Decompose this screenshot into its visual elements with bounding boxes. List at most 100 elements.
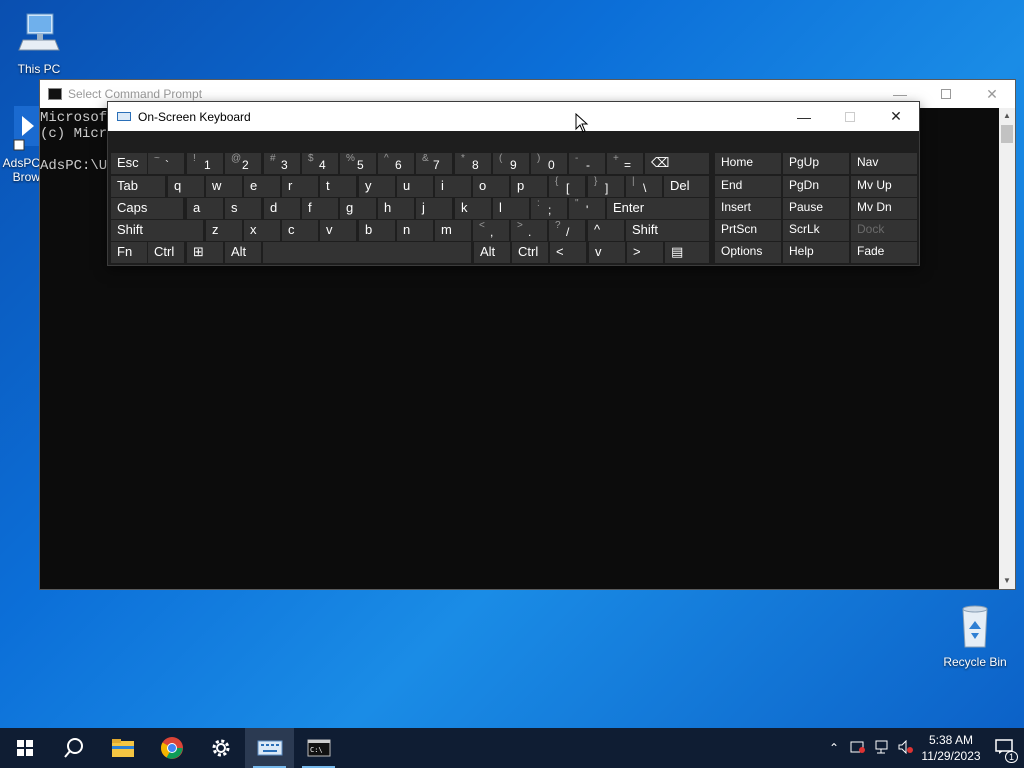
key-scrlk[interactable]: ScrLk xyxy=(783,220,849,241)
key-m[interactable]: m xyxy=(435,220,471,241)
key-i[interactable]: i xyxy=(435,176,471,197)
desktop-icon-adspc[interactable]: AdsPC Brow xyxy=(0,104,40,184)
key-right-bracket[interactable]: }] xyxy=(588,176,624,197)
osk-minimize-button[interactable]: — xyxy=(781,102,827,131)
key-v[interactable]: v xyxy=(320,220,356,241)
show-hidden-icons-chevron-up-icon[interactable]: ⌃ xyxy=(822,741,846,755)
key-backspace[interactable]: ⌫ xyxy=(645,153,709,174)
key-left-bracket[interactable]: {[ xyxy=(549,176,585,197)
key-options[interactable]: Options xyxy=(715,242,781,263)
key-slash[interactable]: ? / xyxy=(549,220,585,241)
key-tab[interactable]: Tab xyxy=(111,176,165,197)
key-prtscn[interactable]: PrtScn xyxy=(715,220,781,241)
file-explorer-button[interactable] xyxy=(98,728,147,768)
key-quote[interactable]: " ' xyxy=(569,198,605,219)
key-equals[interactable]: + = xyxy=(607,153,643,174)
key-4[interactable]: $4 xyxy=(302,153,338,174)
key-period[interactable]: >. xyxy=(511,220,547,241)
scroll-thumb[interactable] xyxy=(1001,125,1013,143)
key-pgdn[interactable]: PgDn xyxy=(783,176,849,197)
key-insert[interactable]: Insert xyxy=(715,198,781,219)
key-s[interactable]: s xyxy=(225,198,261,219)
volume-muted-icon[interactable] xyxy=(894,739,918,757)
key-o[interactable]: o xyxy=(473,176,509,197)
search-button[interactable] xyxy=(49,728,98,768)
key-left-arrow[interactable]: < xyxy=(550,242,586,263)
key-alt[interactable]: Alt xyxy=(225,242,261,263)
command-prompt-taskbar-button[interactable]: C:\ xyxy=(294,728,343,768)
key-menu[interactable]: ▤ xyxy=(665,242,709,263)
key-d[interactable]: d xyxy=(264,198,300,219)
key-pause[interactable]: Pause xyxy=(783,198,849,219)
key-x[interactable]: x xyxy=(244,220,280,241)
key-enter[interactable]: Enter xyxy=(607,198,709,219)
key-c[interactable]: c xyxy=(282,220,318,241)
clock[interactable]: 5:38 AM 11/29/2023 xyxy=(918,732,984,764)
osk-close-button[interactable]: ✕ xyxy=(873,102,919,131)
key-w[interactable]: w xyxy=(206,176,242,197)
key-e[interactable]: e xyxy=(244,176,280,197)
key-f[interactable]: f xyxy=(302,198,338,219)
key-ctrl[interactable]: Ctrl xyxy=(148,242,184,263)
key-h[interactable]: h xyxy=(378,198,414,219)
key-p[interactable]: p xyxy=(511,176,547,197)
key-help[interactable]: Help xyxy=(783,242,849,263)
key-end[interactable]: End xyxy=(715,176,781,197)
key-q[interactable]: q xyxy=(168,176,204,197)
key-g[interactable]: g xyxy=(340,198,376,219)
key-u[interactable]: u xyxy=(397,176,433,197)
key-3[interactable]: #3 xyxy=(264,153,300,174)
key-windows[interactable]: ⊞ xyxy=(187,242,223,263)
key-y[interactable]: y xyxy=(359,176,395,197)
key-up-arrow[interactable]: ^ xyxy=(588,220,624,241)
key-fade[interactable]: Fade xyxy=(851,242,917,263)
key-pgup[interactable]: PgUp xyxy=(783,153,849,174)
desktop-icon-this-pc[interactable]: This PC xyxy=(4,10,74,76)
key-caps[interactable]: Caps xyxy=(111,198,183,219)
maximize-button[interactable] xyxy=(923,80,969,108)
key-a[interactable]: a xyxy=(187,198,223,219)
settings-button[interactable] xyxy=(196,728,245,768)
security-icon[interactable] xyxy=(846,740,870,757)
on-screen-keyboard-taskbar-button[interactable] xyxy=(245,728,294,768)
key-shift[interactable]: Shift xyxy=(111,220,203,241)
network-icon[interactable] xyxy=(870,740,894,757)
scroll-down-arrow-icon[interactable]: ▼ xyxy=(999,573,1015,589)
key-t[interactable]: t xyxy=(320,176,356,197)
scroll-up-arrow-icon[interactable]: ▲ xyxy=(999,108,1015,124)
key-r[interactable]: r xyxy=(282,176,318,197)
osk-title-bar[interactable]: On-Screen Keyboard — ✕ xyxy=(108,102,919,131)
key-down-arrow[interactable]: v xyxy=(589,242,625,263)
on-screen-keyboard-window[interactable]: On-Screen Keyboard — ✕ Esc ~ `! 1 @2 #3 $4% 5 ^ 6… xyxy=(107,101,920,266)
key-6[interactable]: ^ 6 xyxy=(378,153,414,174)
key-9[interactable]: (9 xyxy=(493,153,529,174)
key-mv-dn[interactable]: Mv Dn xyxy=(851,198,917,219)
key-0[interactable]: ) 0 xyxy=(531,153,567,174)
key-nav[interactable]: Nav xyxy=(851,153,917,174)
key-minus[interactable]: -- xyxy=(569,153,605,174)
key-j[interactable]: j xyxy=(416,198,452,219)
vertical-scrollbar[interactable]: ▲ ▼ xyxy=(999,108,1015,589)
key-1[interactable]: ! 1 xyxy=(187,153,223,174)
key-right-arrow[interactable]: > xyxy=(627,242,663,263)
key-z[interactable]: z xyxy=(206,220,242,241)
key-shift[interactable]: Shift xyxy=(626,220,709,241)
start-button[interactable] xyxy=(0,728,49,768)
key-alt[interactable]: Alt xyxy=(474,242,510,263)
key-8[interactable]: * 8 xyxy=(455,153,491,174)
key-home[interactable]: Home xyxy=(715,153,781,174)
notification-center-button[interactable]: 1 xyxy=(984,738,1024,763)
key-backslash[interactable]: | \ xyxy=(626,176,662,197)
key-fn[interactable]: Fn xyxy=(111,242,147,263)
key-mv-up[interactable]: Mv Up xyxy=(851,176,917,197)
key-7[interactable]: & 7 xyxy=(416,153,452,174)
key-2[interactable]: @2 xyxy=(225,153,261,174)
desktop-icon-recycle-bin[interactable]: Recycle Bin xyxy=(940,603,1010,669)
key-del[interactable]: Del xyxy=(664,176,709,197)
key-semicolon[interactable]: :; xyxy=(531,198,567,219)
key-comma[interactable]: <, xyxy=(473,220,509,241)
key-space[interactable] xyxy=(263,242,471,263)
key-esc[interactable]: Esc xyxy=(111,153,147,174)
key-ctrl[interactable]: Ctrl xyxy=(512,242,548,263)
key-l[interactable]: l xyxy=(493,198,529,219)
